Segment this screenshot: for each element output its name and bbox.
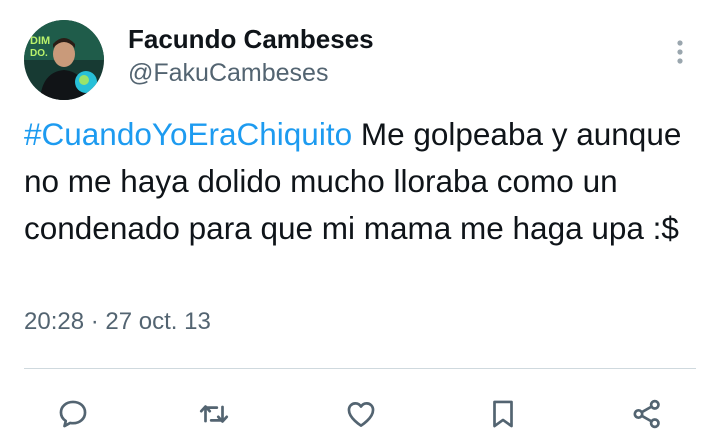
speech-bubble-icon (59, 400, 87, 428)
svg-text:DO.: DO. (30, 48, 48, 59)
share-button[interactable] (623, 390, 671, 438)
like-button[interactable] (337, 390, 385, 438)
bookmark-icon (493, 400, 513, 428)
tweet-time: 20:28 (24, 308, 85, 335)
reply-button[interactable] (49, 390, 97, 438)
retweet-button[interactable] (190, 390, 238, 438)
author-display-name[interactable]: Facundo Cambeses (128, 24, 374, 55)
share-nodes-icon (633, 399, 660, 429)
avatar[interactable]: DIM DO. (24, 20, 104, 100)
meta-separator: · (84, 308, 106, 335)
profile-photo-icon: DIM DO. (24, 20, 104, 100)
hashtag-link[interactable]: #CuandoYoEraChiquito (24, 116, 352, 152)
more-options-button[interactable] (668, 36, 692, 68)
bookmark-button[interactable] (479, 390, 527, 438)
author-handle[interactable]: @FakuCambeses (128, 59, 328, 88)
divider (24, 368, 696, 369)
tweet-text: #CuandoYoEraChiquito Me golpeaba y aunqu… (24, 111, 704, 252)
retweet-arrows-icon (199, 405, 229, 423)
heart-icon (347, 402, 375, 427)
tweet-date: 27 oct. 13 (105, 308, 211, 335)
tweet-timestamp[interactable]: 20:28 · 27 oct. 13 (24, 308, 211, 336)
action-bar (0, 390, 720, 440)
vertical-ellipsis-icon (677, 40, 683, 64)
svg-text:DIM: DIM (30, 35, 50, 47)
